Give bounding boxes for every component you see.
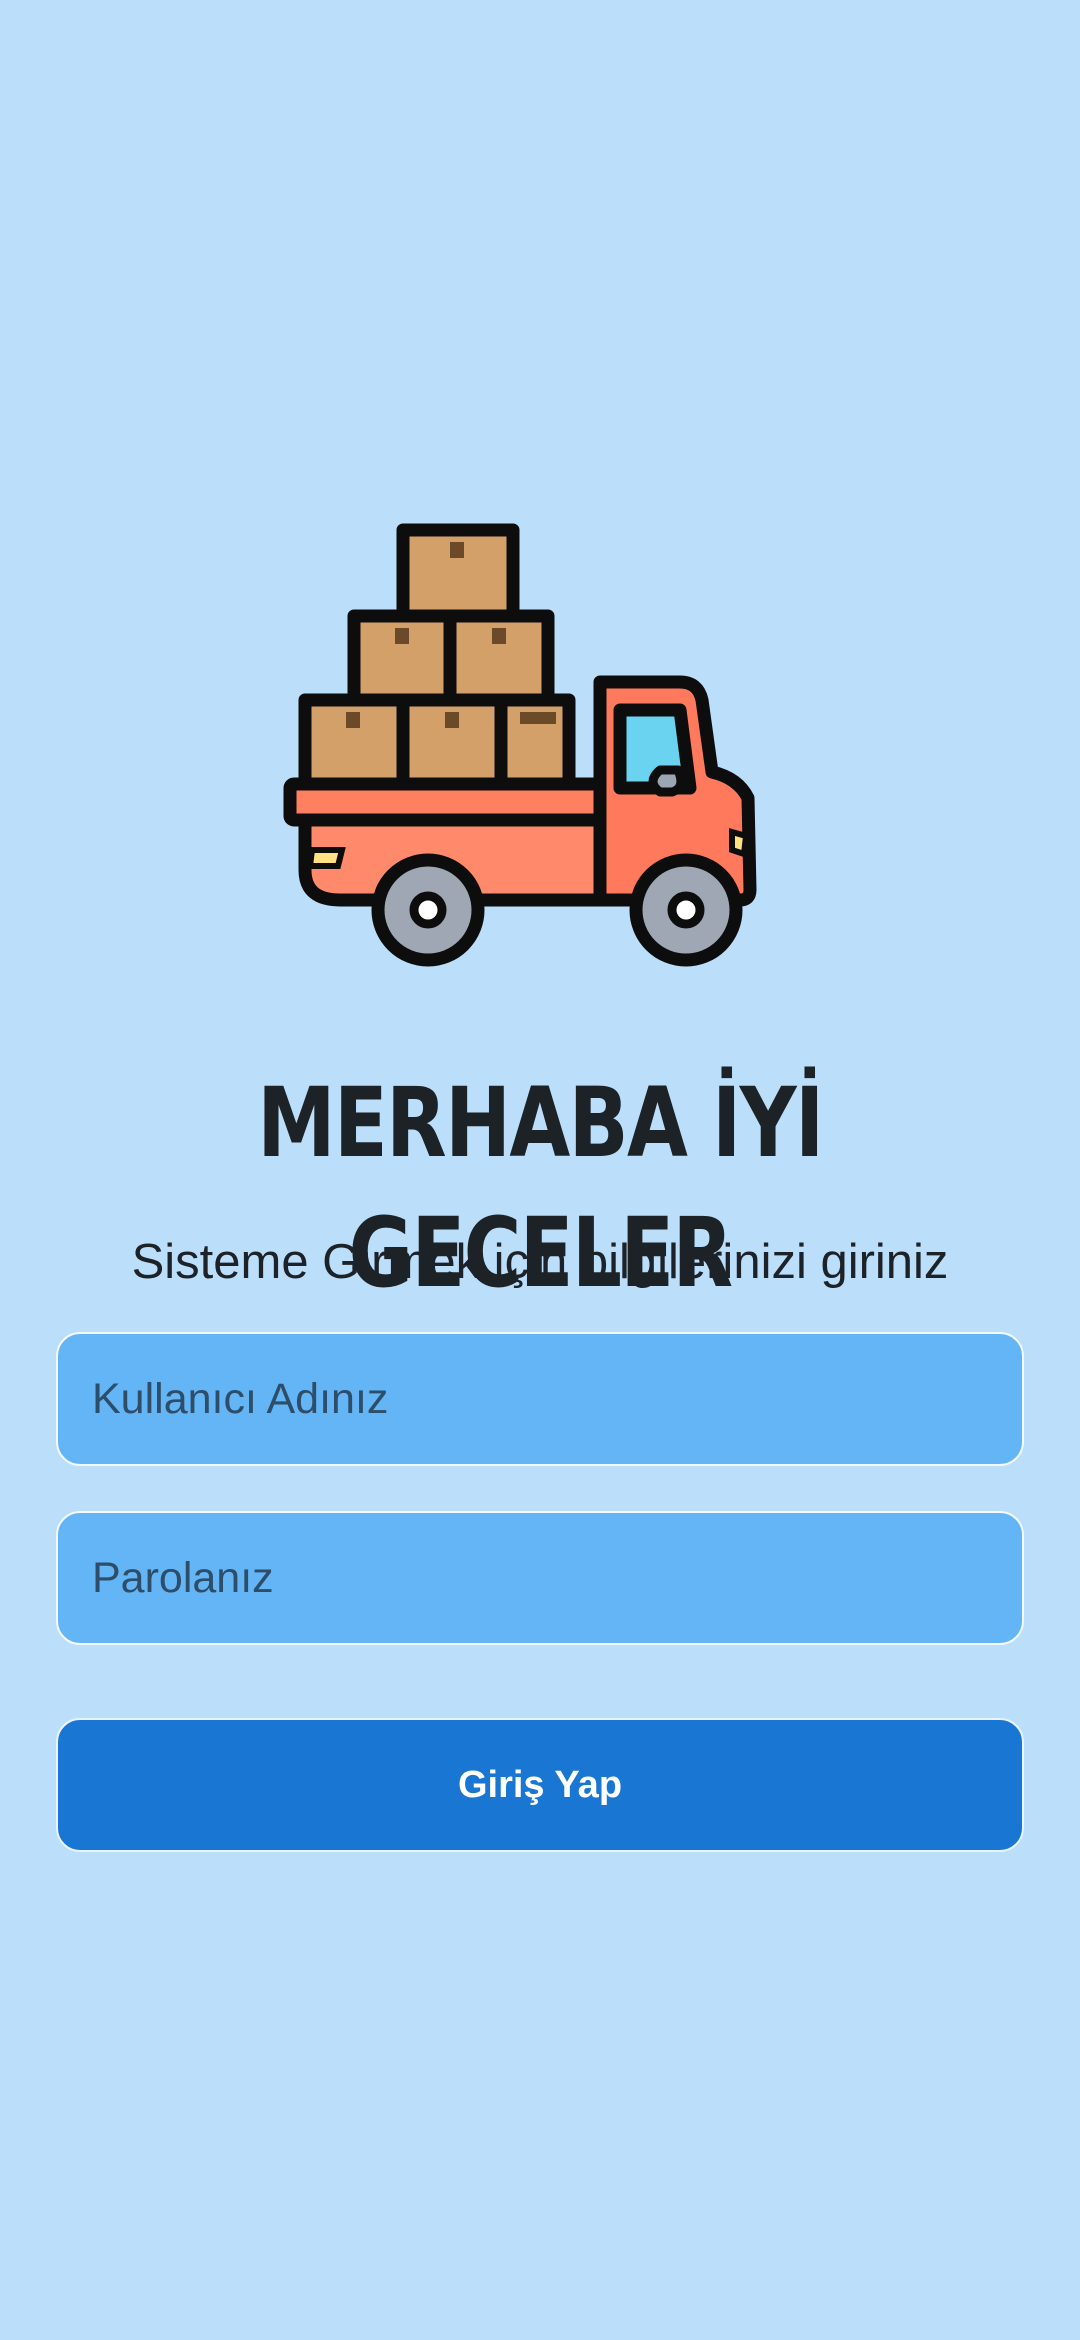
login-button[interactable]: Giriş Yap — [56, 1718, 1024, 1852]
page-subtitle: Sisteme Girmek için bilgilerinizi girini… — [131, 1235, 949, 1289]
username-input[interactable] — [56, 1332, 1024, 1466]
delivery-truck-logo-icon — [280, 520, 800, 980]
password-input[interactable] — [56, 1511, 1024, 1645]
